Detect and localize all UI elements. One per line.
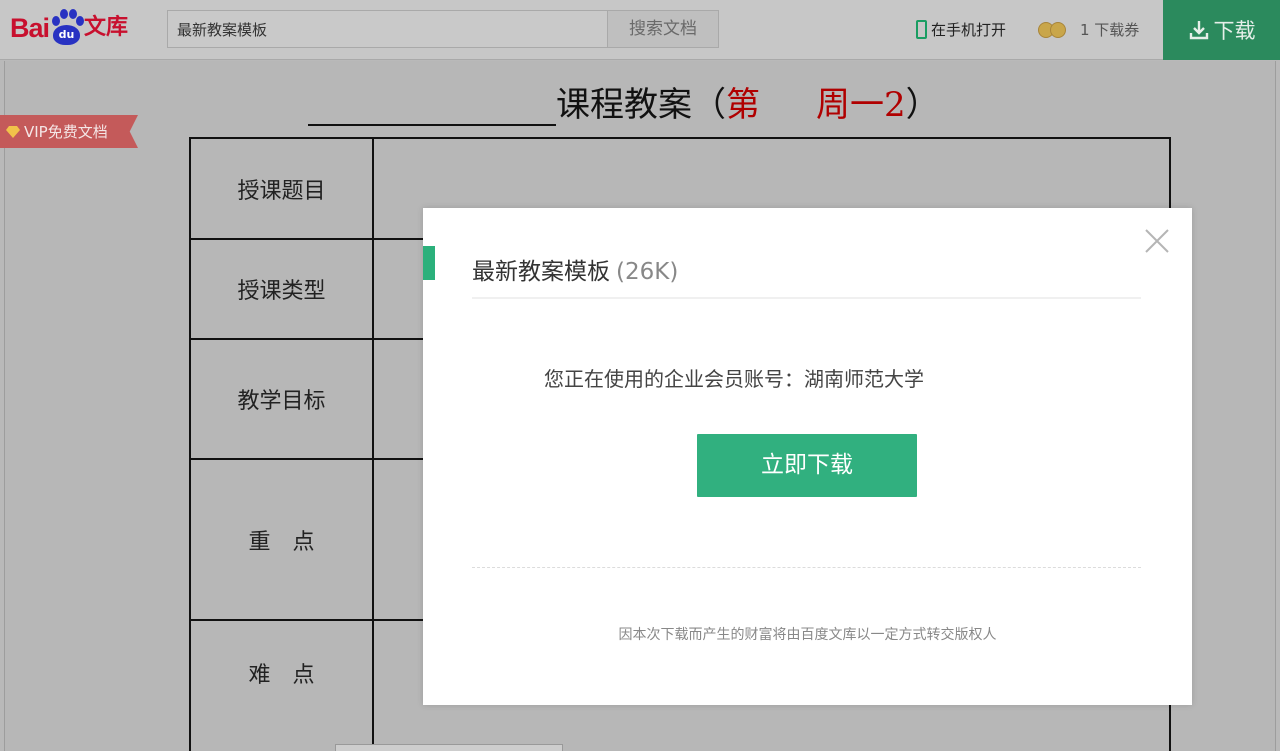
download-button-top[interactable]: 下载 — [1163, 0, 1280, 60]
paw-toe — [52, 16, 61, 26]
title-close: ） — [905, 85, 940, 125]
open-on-mobile-link[interactable]: 在手机打开 — [916, 18, 1006, 40]
page-footer-stub — [335, 744, 563, 751]
diamond-icon — [6, 125, 20, 138]
download-icon — [1189, 21, 1208, 40]
dialog-file-name: 最新教案模板 — [472, 259, 610, 285]
title-main: 课程教案（ — [556, 85, 726, 125]
vip-tag-label: VIP免费文档 — [24, 123, 108, 141]
title-blank-line — [308, 86, 556, 126]
search-box: 搜索文档 — [167, 10, 719, 48]
enterprise-account-text: 您正在使用的企业会员账号：湖南师范大学 — [544, 367, 924, 391]
search-button[interactable]: 搜索文档 — [607, 11, 718, 47]
coupon-count-label: 1 下载券 — [1080, 20, 1140, 39]
search-input[interactable] — [168, 11, 608, 47]
row-label: 教学目标 — [189, 338, 374, 460]
download-label: 下载 — [1213, 19, 1256, 43]
logo-du-text: du — [53, 25, 81, 45]
close-icon[interactable] — [1144, 228, 1170, 254]
row-label: 授课题目 — [189, 137, 374, 240]
top-bar: Bai du 文库 搜索文档 在手机打开 1 下载券 下载 — [0, 0, 1280, 60]
document-title: 课程教案（ 第 周一2 ） — [308, 80, 940, 126]
copyright-note: 因本次下载而产生的财富将由百度文库以一定方式转交版权人 — [618, 627, 997, 643]
vip-free-document-tag[interactable]: VIP免费文档 — [0, 115, 138, 148]
download-dialog: 最新教案模板 (26K) 您正在使用的企业会员账号：湖南师范大学 立即下载 因本次… — [423, 208, 1192, 705]
download-coupon: 1 下载券 — [1038, 16, 1139, 42]
dialog-divider — [472, 297, 1141, 299]
title-week: 第 — [726, 85, 760, 125]
coin-shape — [1050, 22, 1066, 38]
dialog-dotted-divider — [472, 567, 1141, 568]
download-now-button[interactable]: 立即下载 — [697, 434, 917, 497]
row-label: 难 点 — [189, 619, 374, 751]
open-on-mobile-label: 在手机打开 — [931, 20, 1007, 39]
dialog-accent-bar — [423, 246, 435, 280]
row-label: 重 点 — [189, 458, 374, 621]
logo-bai-text: Bai — [10, 13, 50, 43]
paw-logo-icon: du — [49, 8, 85, 48]
paw-toe — [76, 16, 85, 26]
phone-icon — [916, 19, 927, 39]
baidu-wenku-logo[interactable]: Bai du 文库 — [10, 8, 128, 48]
coins-icon — [1038, 18, 1068, 40]
dialog-file-size: (26K) — [616, 259, 679, 285]
dialog-title: 最新教案模板 (26K) — [472, 252, 678, 286]
logo-wenku-text: 文库 — [84, 15, 129, 40]
row-label: 授课类型 — [189, 238, 374, 340]
title-weekday: 周一2 — [816, 85, 906, 125]
paw-toe — [60, 9, 69, 19]
